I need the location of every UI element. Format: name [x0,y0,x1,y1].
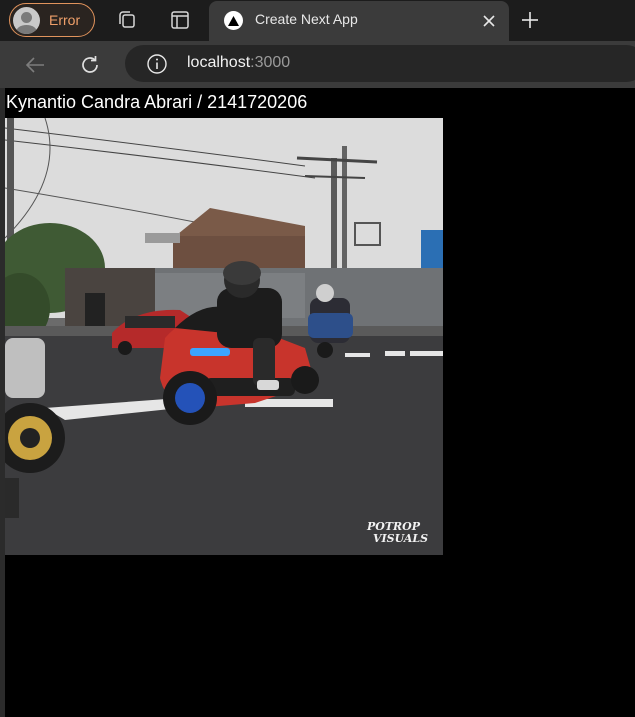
refresh-icon[interactable] [77,52,103,78]
plus-icon[interactable] [519,9,541,31]
page-heading: Kynantio Candra Abrari / 2141720206 [6,92,308,112]
url-port: :3000 [250,54,291,71]
back-arrow-icon[interactable] [22,52,48,78]
tab-actions-icon[interactable] [169,9,191,31]
address-bar[interactable]: localhost:3000 [125,45,635,82]
profile-status-label: Error [49,12,81,28]
page-content: Kynantio Candra Abrari / 2141720206 POTR… [5,88,635,717]
url-text[interactable]: localhost:3000 [187,54,290,72]
profile-button[interactable]: Error [9,3,95,37]
avatar-icon [13,6,40,34]
info-icon[interactable] [146,53,168,75]
url-host: localhost [187,54,251,71]
watermark-line-2: VISUALS [373,532,428,545]
tab-title: Create Next App [255,11,358,27]
tab-bar: Error Create Next App [0,0,635,41]
tab-create-next-app[interactable]: Create Next App [209,1,509,41]
motorcycle-photo: POTROP VISUALS [5,118,443,555]
nextjs-triangle-icon [224,11,243,30]
close-icon[interactable] [479,11,499,31]
navigation-bar: localhost:3000 [0,41,635,88]
collections-icon[interactable] [116,9,138,31]
